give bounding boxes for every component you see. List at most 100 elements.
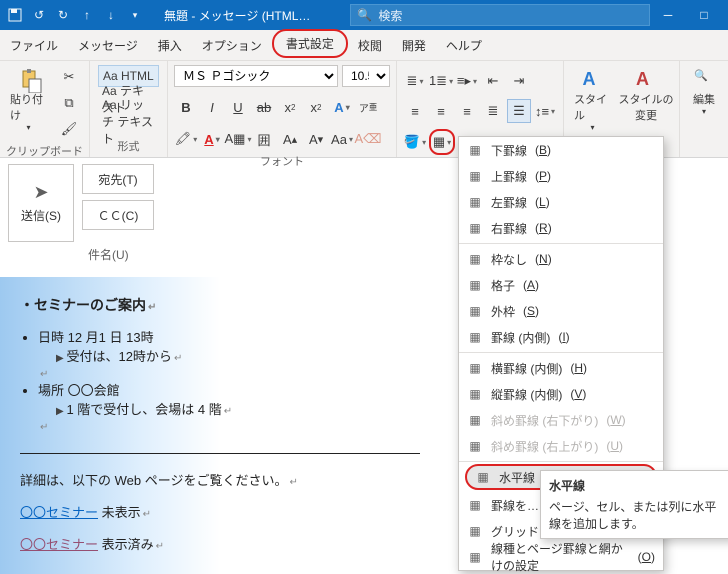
bold-button[interactable]: B <box>174 95 198 119</box>
down-arrow-icon[interactable]: ↓ <box>102 6 120 24</box>
group-format: Aa HTML Aa テキスト Aa リッチ テキスト 形式 <box>90 61 168 157</box>
border-icon: ▦ <box>467 251 483 267</box>
border-menu-item[interactable]: ▦横罫線 (内側)(H) <box>459 355 663 381</box>
qat-customize-icon[interactable]: ▾ <box>126 6 144 24</box>
tab-insert[interactable]: 挿入 <box>148 31 192 60</box>
undo-icon[interactable]: ↺ <box>30 6 48 24</box>
link-seminar-2[interactable]: 〇〇セミナー <box>20 537 98 552</box>
group-label: フォント <box>174 151 390 172</box>
format-painter-button[interactable]: 🖌 <box>57 117 81 141</box>
border-menu-item[interactable]: ▦罫線 (内側)(I) <box>459 324 663 350</box>
size-select[interactable]: 10.5 <box>342 65 390 87</box>
group-label: 形式 <box>96 136 161 157</box>
border-menu-item: ▦斜め罫線 (右下がり)(W) <box>459 407 663 433</box>
border-menu-item[interactable]: ▦格子(A) <box>459 272 663 298</box>
clear-format-button[interactable]: A⌫ <box>356 127 380 151</box>
align-left-button[interactable]: ≡ <box>403 99 427 123</box>
underline-button[interactable]: U <box>226 95 250 119</box>
paste-icon <box>19 69 39 89</box>
shading-button[interactable]: 🪣 <box>403 130 427 154</box>
outdent-button[interactable]: ⇤ <box>481 69 505 93</box>
tab-review[interactable]: 校閲 <box>348 31 392 60</box>
char-shade-button[interactable]: A▦ <box>226 127 250 151</box>
subscript-button[interactable]: x2 <box>278 95 302 119</box>
tab-options[interactable]: オプション <box>192 31 272 60</box>
tab-help[interactable]: ヘルプ <box>436 31 492 60</box>
to-button[interactable]: 宛先(T) <box>82 164 154 194</box>
tab-developer[interactable]: 開発 <box>392 31 436 60</box>
superscript-button[interactable]: x2 <box>304 95 328 119</box>
justify-button[interactable]: ≣ <box>481 99 505 123</box>
border-menu-item: ▦斜め罫線 (右上がり)(U) <box>459 433 663 459</box>
border-menu-item[interactable]: ▦左罫線(L) <box>459 189 663 215</box>
ribbon-tabs: ファイル メッセージ 挿入 オプション 書式設定 校閲 開発 ヘルプ <box>0 30 728 61</box>
styles-icon: A <box>582 69 602 89</box>
tooltip-body: ページ、セル、または列に水平線を追加します。 <box>549 498 725 532</box>
copy-button[interactable]: ⧉ <box>57 91 81 115</box>
tab-format[interactable]: 書式設定 <box>272 29 348 58</box>
horizontal-rule <box>20 453 420 454</box>
cc-button[interactable]: ＣＣ(C) <box>82 200 154 230</box>
line-spacing-button[interactable]: ↕≡ <box>533 99 557 123</box>
enclosed-char-button[interactable]: 囲 <box>252 127 276 151</box>
tooltip-title: 水平線 <box>549 477 725 494</box>
redo-icon[interactable]: ↻ <box>54 6 72 24</box>
border-icon: ▦ <box>467 360 483 376</box>
border-icon: ▦ <box>467 497 483 513</box>
send-button[interactable]: ➤ 送信(S) <box>8 164 74 242</box>
search-placeholder: 検索 <box>378 7 402 24</box>
minimize-button[interactable]: ─ <box>650 0 686 30</box>
font-select[interactable]: ＭＳ Ｐゴシック <box>174 65 338 87</box>
quick-access-toolbar: ↺ ↻ ↑ ↓ ▾ <box>6 6 144 24</box>
group-edit: 🔍 編集 ▾ <box>680 61 728 157</box>
border-icon: ▦ <box>467 168 483 184</box>
save-icon[interactable] <box>6 6 24 24</box>
multilevel-list-button[interactable]: ≡▸ <box>455 69 479 93</box>
border-icon: ▦ <box>467 523 483 539</box>
strike-button[interactable]: ab <box>252 95 276 119</box>
paste-button[interactable]: 貼り付け ▾ <box>6 65 51 134</box>
border-menu-item[interactable]: ▦右罫線(R) <box>459 215 663 241</box>
indent-button[interactable]: ⇥ <box>507 69 531 93</box>
cut-button[interactable]: ✂ <box>57 65 81 89</box>
border-icon: ▦ <box>467 194 483 210</box>
search-icon: 🔍 <box>357 8 372 22</box>
highlight-button[interactable]: 🖍 <box>174 127 198 151</box>
border-menu-item[interactable]: ▦下罫線(B) <box>459 137 663 163</box>
bullet-list-button[interactable]: ≣ <box>403 69 427 93</box>
grow-font-button[interactable]: A▴ <box>278 127 302 151</box>
window-buttons: ─ □ <box>650 0 722 30</box>
edit-button[interactable]: 🔍 編集 ▾ <box>686 65 722 118</box>
border-menu-item[interactable]: ▦外枠(S) <box>459 298 663 324</box>
change-case-button[interactable]: Aa <box>330 127 354 151</box>
tab-message[interactable]: メッセージ <box>68 31 148 60</box>
border-icon: ▦ <box>475 469 491 485</box>
format-rich-button[interactable]: Aa リッチ テキスト <box>98 111 159 131</box>
align-center-button[interactable]: ≡ <box>429 99 453 123</box>
align-right-button[interactable]: ≡ <box>455 99 479 123</box>
change-styles-icon: A <box>636 69 656 89</box>
distribute-button[interactable]: ☰ <box>507 99 531 123</box>
change-styles-button[interactable]: A スタイルの 変更 <box>619 65 673 125</box>
italic-button[interactable]: I <box>200 95 224 119</box>
border-menu-item[interactable]: ▦線種とページ罫線と網かけの設定(O) <box>459 544 663 570</box>
maximize-button[interactable]: □ <box>686 0 722 30</box>
border-menu-item[interactable]: ▦枠なし(N) <box>459 246 663 272</box>
shrink-font-button[interactable]: A▾ <box>304 127 328 151</box>
find-icon: 🔍 <box>694 69 714 89</box>
number-list-button[interactable]: 1≣ <box>429 69 453 93</box>
ruby-button[interactable]: ア亜 <box>356 95 380 119</box>
border-menu-item[interactable]: ▦上罫線(P) <box>459 163 663 189</box>
link-seminar-1[interactable]: 〇〇セミナー <box>20 505 98 520</box>
tab-file[interactable]: ファイル <box>0 31 68 60</box>
group-clipboard: 貼り付け ▾ ✂ ⧉ 🖌 クリップボード <box>0 61 90 157</box>
search-box[interactable]: 🔍 検索 <box>350 4 650 26</box>
borders-button[interactable]: ▦ <box>429 129 455 155</box>
send-icon: ➤ <box>33 182 48 203</box>
text-effects-button[interactable]: A <box>330 95 354 119</box>
styles-button[interactable]: A スタイル ▾ <box>570 65 615 134</box>
up-arrow-icon[interactable]: ↑ <box>78 6 96 24</box>
border-menu-item[interactable]: ▦縦罫線 (内側)(V) <box>459 381 663 407</box>
group-font: ＭＳ Ｐゴシック 10.5 B I U ab x2 x2 A ア亜 🖍 A A▦… <box>168 61 397 157</box>
font-color-button[interactable]: A <box>200 127 224 151</box>
